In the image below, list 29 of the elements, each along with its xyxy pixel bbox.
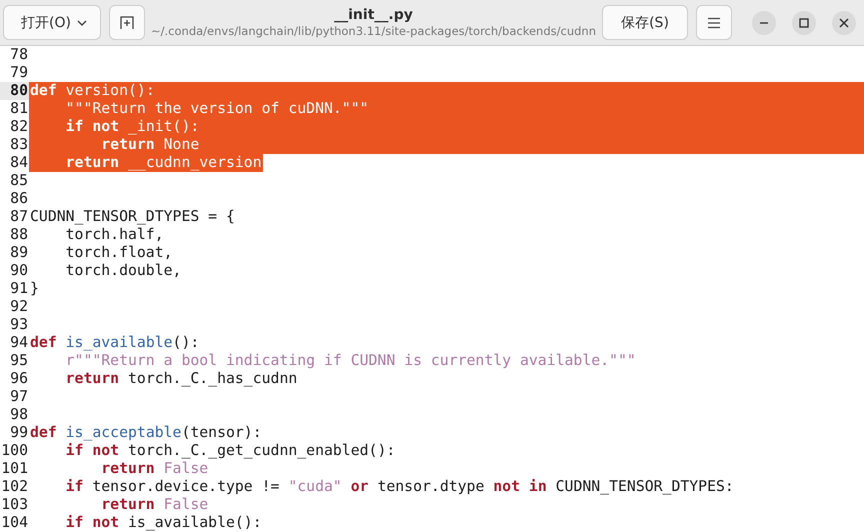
- file-path: ~/.conda/envs/langchain/lib/python3.11/site-packages/torch/backends/cudnn: [151, 24, 596, 38]
- open-menu-button[interactable]: 打开(O): [3, 5, 101, 40]
- code-line: torch.half,: [64, 226, 165, 244]
- code-line: CUDNN_TENSOR_DTYPES = {: [29, 208, 236, 226]
- code-line: def is_acceptable(tensor):: [29, 424, 263, 442]
- menu-button[interactable]: [696, 5, 732, 40]
- new-tab-icon: [120, 16, 134, 29]
- code-line: return False: [100, 496, 210, 514]
- maximize-button[interactable]: [792, 10, 816, 34]
- save-button[interactable]: 保存(S): [602, 5, 688, 40]
- code-line: torch.double,: [64, 262, 182, 280]
- code-line: torch.float,: [64, 244, 174, 262]
- maximize-icon: [799, 18, 809, 28]
- code-line: if tensor.device.type != "cuda" or tensor.dtype not in CUDNN_TENSOR_DTYPES:: [64, 478, 735, 496]
- code-line: return torch._C._has_cudnn: [64, 370, 298, 388]
- code-line: }: [29, 280, 40, 298]
- code-line: r"""Return a bool indicating if CUDNN is currently available.""": [64, 352, 637, 370]
- menu-icon: [707, 16, 721, 28]
- line-number: 80: [0, 82, 29, 100]
- code-line: if not torch._C._get_cudnn_enabled():: [64, 442, 396, 460]
- minimize-icon: [759, 22, 769, 24]
- new-tab-button[interactable]: [109, 5, 145, 40]
- close-button[interactable]: [832, 10, 856, 34]
- code-line: if not is_available():: [64, 514, 263, 532]
- chevron-down-icon: [76, 20, 87, 26]
- window-title: __init__.py: [334, 7, 413, 23]
- close-icon: [839, 18, 849, 28]
- code-line: def is_available():: [29, 334, 200, 352]
- code-line: return False: [100, 460, 210, 478]
